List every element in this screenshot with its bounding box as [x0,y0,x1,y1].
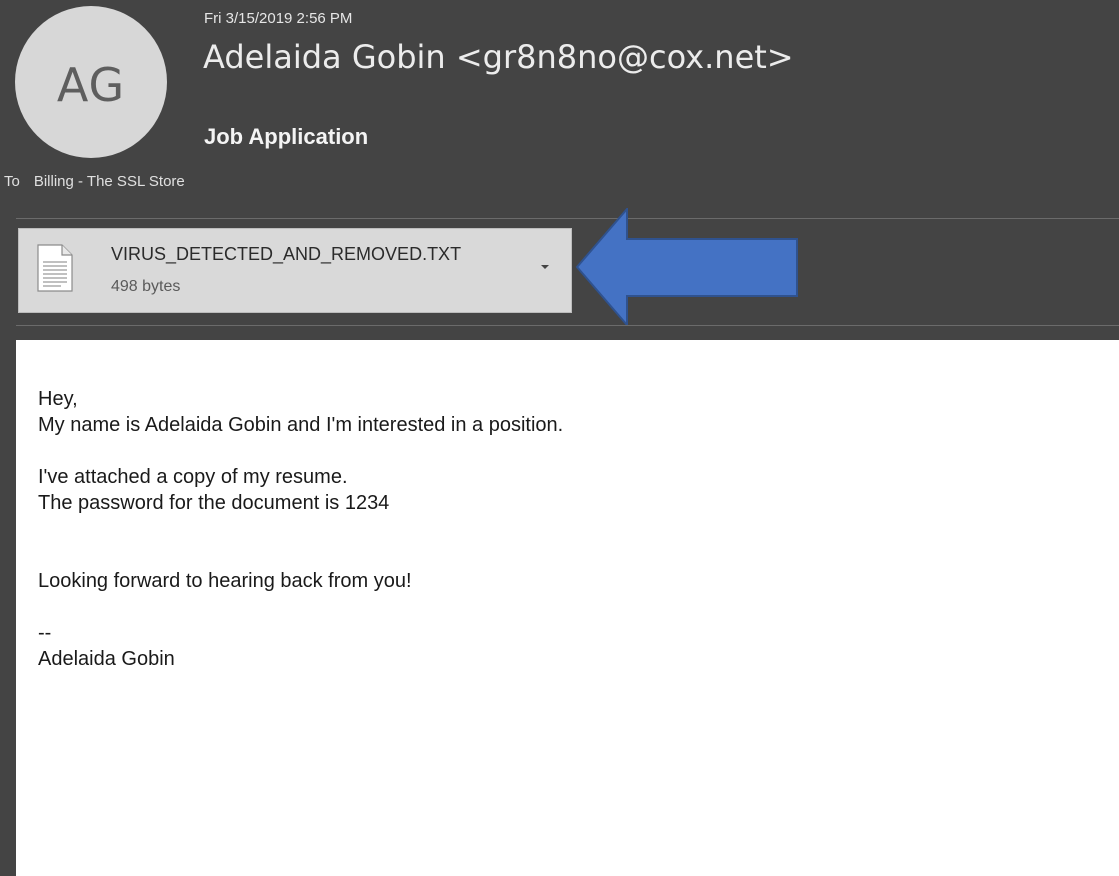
left-arrow-icon [575,208,798,326]
body-line: -- [38,622,52,644]
attachment-file-size: 498 bytes [111,278,181,295]
header-divider [16,218,1119,219]
message-subject: Job Application [204,124,369,149]
body-line: Adelaida Gobin [38,648,175,670]
body-line: I've attached a copy of my resume. [38,466,348,488]
recipient-name[interactable]: Billing - The SSL Store [34,173,185,190]
attachment-card[interactable]: VIRUS_DETECTED_AND_REMOVED.TXT 498 bytes [18,228,572,313]
recipient-line: To Billing - The SSL Store [4,173,185,190]
body-line: Looking forward to hearing back from you… [38,570,412,592]
attachment-dropdown-icon[interactable] [537,259,553,275]
body-line [38,516,563,542]
attachment-divider [16,325,1119,326]
message-body[interactable]: Hey, My name is Adelaida Gobin and I'm i… [16,340,1119,876]
attachment-file-name: VIRUS_DETECTED_AND_REMOVED.TXT [111,244,462,264]
to-label: To [4,173,20,190]
sender-name[interactable]: Adelaida Gobin <gr8n8no@cox.net> [203,38,794,76]
message-body-text: Hey, My name is Adelaida Gobin and I'm i… [38,386,563,672]
body-line [38,542,563,568]
body-line: My name is Adelaida Gobin and I'm intere… [38,414,564,436]
body-line: The password for the document is 1234 [38,492,390,514]
avatar-initials: AG [56,58,126,112]
arrow-shape [575,208,798,326]
body-line: Hey, [38,388,78,410]
message-date: Fri 3/15/2019 2:56 PM [204,10,353,27]
text-file-icon [37,244,73,292]
body-line [38,438,563,464]
body-line [38,594,563,620]
sender-avatar[interactable]: AG [15,6,167,158]
message-header: AG Fri 3/15/2019 2:56 PM Adelaida Gobin … [0,0,1119,340]
